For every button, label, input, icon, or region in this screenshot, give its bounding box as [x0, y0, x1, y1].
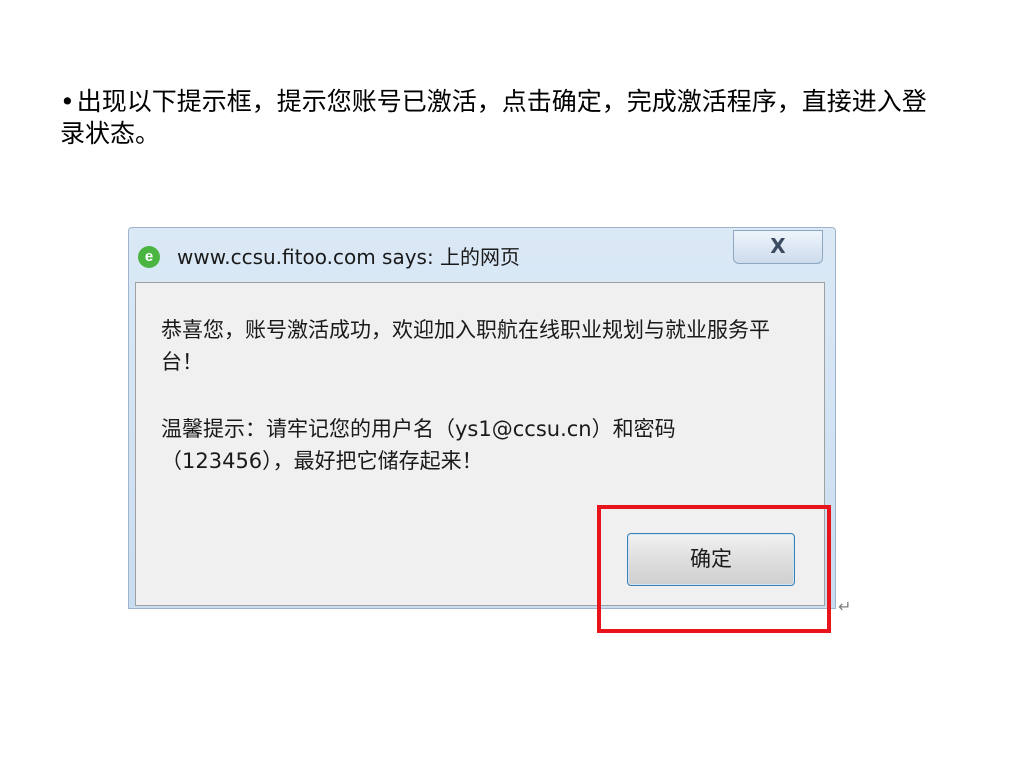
- dialog-title: www.ccsu.fitoo.com says: 上的网页: [177, 245, 521, 269]
- instruction-label: 出现以下提示框，提示您账号已激活，点击确定，完成激活程序，直接进入登录状态。: [60, 87, 927, 148]
- dialog-titlebar: e www.ccsu.fitoo.com says: 上的网页 X: [129, 228, 835, 280]
- close-icon: X: [770, 234, 786, 258]
- bullet-icon: •: [60, 87, 75, 116]
- ie-icon: e: [138, 246, 160, 268]
- tip-message: 温馨提示：请牢记您的用户名（ys1@ccsu.cn）和密码（123456），最好…: [161, 417, 676, 473]
- close-button[interactable]: X: [733, 230, 823, 264]
- instruction-text: •出现以下提示框，提示您账号已激活，点击确定，完成激活程序，直接进入登录状态。: [60, 86, 940, 150]
- slide: •出现以下提示框，提示您账号已激活，点击确定，完成激活程序，直接进入登录状态。 …: [0, 0, 1024, 768]
- ok-highlight-box: [597, 505, 831, 633]
- success-message: 恭喜您，账号激活成功，欢迎加入职航在线职业规划与就业服务平台！: [161, 318, 770, 374]
- paragraph-return-icon: ↵: [838, 597, 852, 616]
